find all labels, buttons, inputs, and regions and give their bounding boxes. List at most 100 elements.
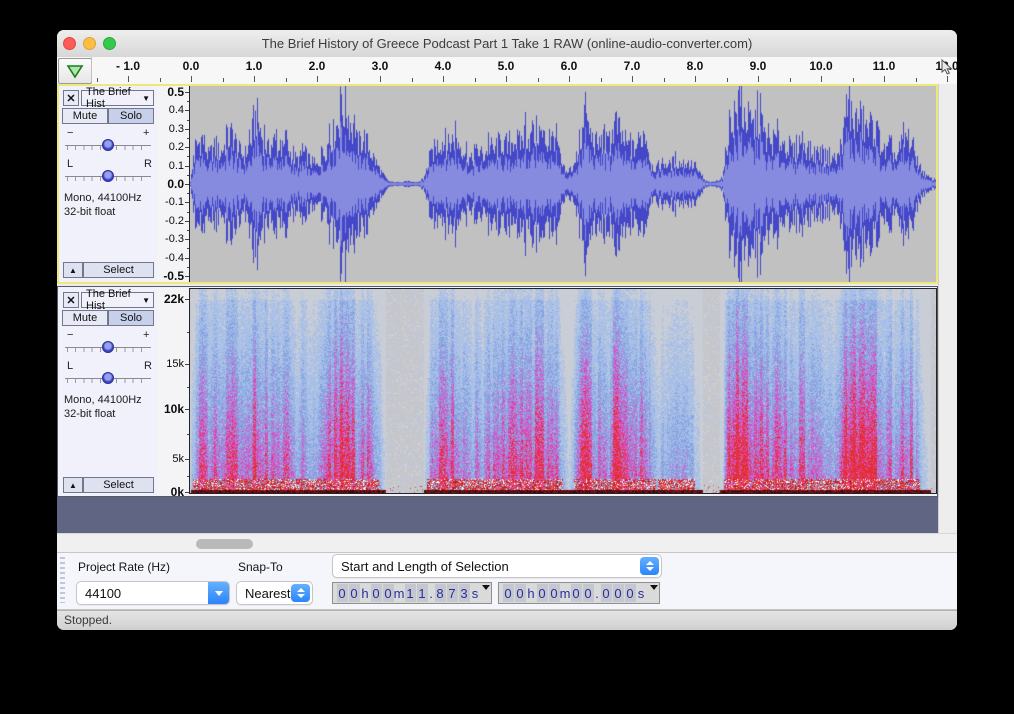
time-digit[interactable]: . [428, 584, 434, 602]
stepper-icon [640, 557, 659, 575]
stepper-icon [291, 584, 310, 602]
scale-label: 0.2 [168, 141, 184, 154]
close-track-button[interactable]: ✕ [63, 90, 79, 106]
timeline-label: 3.0 [371, 59, 389, 73]
scale-label: -0.2 [165, 214, 184, 227]
project-rate-combobox[interactable]: 44100 [76, 581, 230, 605]
snap-to-value: Nearest [245, 585, 291, 601]
track-row-spectrogram[interactable]: ✕ The Brief Hist ▼ Mute Solo − + L R Mon… [57, 286, 938, 499]
vertical-scale-spectrogram[interactable]: 22k 15k 10k 5k 0k [157, 288, 190, 499]
mute-button[interactable]: Mute [62, 310, 108, 326]
gain-slider-thumb[interactable] [102, 341, 114, 353]
chevron-down-icon [482, 585, 490, 590]
gain-slider-thumb[interactable] [102, 139, 114, 151]
timeline-label: 0.0 [182, 59, 200, 73]
time-digit[interactable]: s [636, 584, 646, 602]
select-track-button[interactable]: Select [83, 477, 154, 493]
selection-start-timefield[interactable]: 00h00m11.873s [332, 582, 492, 604]
time-digit[interactable]: 0 [548, 584, 560, 602]
time-digit[interactable]: 8 [434, 584, 446, 602]
time-digit[interactable]: 0 [514, 584, 526, 602]
chevron-down-icon: ▼ [142, 93, 150, 103]
horizontal-scrollbar[interactable] [57, 533, 957, 553]
vertical-scale-waveform[interactable]: 0.5 0.4 0.3 0.2 0.1 0.0 -0.1 -0.2 -0.3 -0.4 -0.5 [157, 85, 190, 283]
timeline-tick [821, 76, 822, 82]
timeline-label: 9.0 [749, 59, 767, 73]
collapse-track-button[interactable]: ▲ [63, 262, 83, 278]
pin-play-triangle-icon [66, 64, 84, 78]
horizontal-scrollbar-thumb[interactable] [196, 539, 253, 549]
time-digit[interactable]: s [470, 584, 480, 602]
time-digit[interactable]: 0 [370, 584, 382, 602]
title-bar[interactable]: The Brief History of Greece Podcast Part… [57, 30, 957, 58]
status-text: Stopped. [64, 613, 113, 627]
time-digit[interactable]: 7 [446, 584, 458, 602]
timeline-ruler[interactable]: - 1.0 0.0 1.0 2.0 3.0 4.0 5.0 6.0 7.0 8.0 9.0 10.0 1… [91, 57, 957, 82]
time-digit[interactable]: 1 [404, 584, 416, 602]
timeline-tick [758, 76, 759, 82]
track-title-menu[interactable]: The Brief Hist ▼ [81, 288, 154, 312]
gain-slider[interactable] [65, 138, 151, 152]
time-digit[interactable]: m [560, 584, 571, 602]
scale-label: 0.4 [168, 104, 184, 117]
scale-label: -0.3 [165, 233, 184, 246]
time-digit[interactable]: h [526, 584, 536, 602]
collapse-track-button[interactable]: ▲ [63, 477, 83, 493]
timeline-label: 1.0 [245, 59, 263, 73]
empty-track-area[interactable] [57, 497, 938, 533]
timeline-label: 5.0 [497, 59, 515, 73]
project-rate-label: Project Rate (Hz) [78, 560, 171, 574]
close-track-button[interactable]: ✕ [63, 292, 79, 308]
time-digit[interactable]: 1 [416, 584, 428, 602]
track-title-label: The Brief Hist [86, 288, 131, 312]
time-digit[interactable]: 0 [600, 584, 612, 602]
timeline-tick [317, 76, 318, 82]
pan-slider[interactable] [65, 169, 151, 183]
timeline-tick [537, 78, 539, 82]
time-digit[interactable]: 3 [458, 584, 470, 602]
time-digit[interactable]: h [360, 584, 370, 602]
timeline-tick [789, 78, 791, 82]
scale-label: 10k [163, 402, 184, 416]
time-digit[interactable]: 0 [582, 584, 594, 602]
scale-label: 0.1 [168, 159, 184, 172]
timeline-options-button[interactable] [58, 58, 92, 84]
time-digit[interactable]: 0 [570, 584, 582, 602]
scale-label: 0.0 [167, 177, 184, 191]
toolbar-drag-handle[interactable] [60, 557, 65, 603]
pan-slider-thumb[interactable] [102, 372, 114, 384]
spectrogram-view[interactable] [190, 289, 936, 493]
timeline-tick [285, 78, 287, 82]
timeline-tick [695, 76, 696, 82]
time-digit[interactable]: 0 [624, 584, 636, 602]
time-digit[interactable]: 0 [612, 584, 624, 602]
select-track-button[interactable]: Select [83, 262, 154, 278]
track2-control-panel: ✕ The Brief Hist ▼ Mute Solo − + L R Mon… [59, 288, 157, 495]
vertical-scrollbar[interactable] [938, 84, 957, 533]
snap-to-combobox[interactable]: Nearest [236, 581, 313, 605]
time-digit[interactable]: 0 [382, 584, 394, 602]
track-title-menu[interactable]: The Brief Hist ▼ [81, 86, 154, 110]
time-digit[interactable]: 0 [502, 584, 514, 602]
time-digit[interactable]: 0 [348, 584, 360, 602]
waveform-view[interactable] [190, 86, 936, 282]
solo-button[interactable]: Solo [108, 310, 154, 326]
time-digit[interactable]: m [394, 584, 405, 602]
track-format-info: Mono, 44100Hz [64, 394, 142, 406]
scale-label: 5k [172, 453, 184, 465]
time-digit[interactable]: 0 [536, 584, 548, 602]
time-digit[interactable]: . [594, 584, 600, 602]
pan-slider[interactable] [65, 371, 151, 385]
mute-button[interactable]: Mute [62, 108, 108, 124]
selection-length-timefield[interactable]: 00h00m00.000s [498, 582, 660, 604]
time-digit[interactable]: 0 [336, 584, 348, 602]
scale-label: 22k [163, 292, 184, 306]
waveform-canvas[interactable] [190, 86, 936, 282]
track-row-waveform[interactable]: ✕ The Brief Hist ▼ Mute Solo − + L R Mon… [57, 84, 938, 284]
solo-button[interactable]: Solo [108, 108, 154, 124]
spectrogram-canvas[interactable] [190, 289, 936, 493]
timeline-tick [726, 78, 728, 82]
selection-mode-dropdown[interactable]: Start and Length of Selection [332, 554, 662, 578]
gain-slider[interactable] [65, 340, 151, 354]
pan-slider-thumb[interactable] [102, 170, 114, 182]
